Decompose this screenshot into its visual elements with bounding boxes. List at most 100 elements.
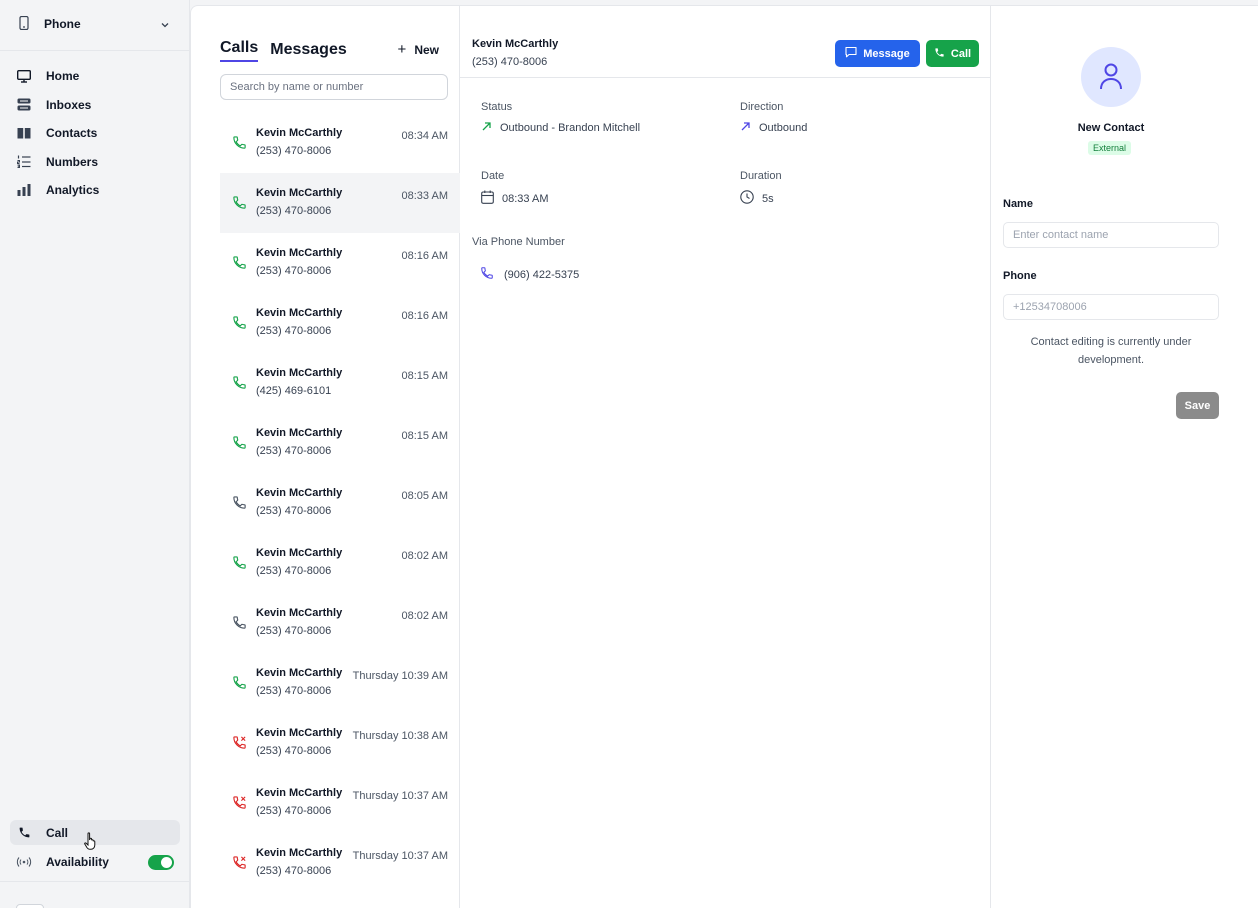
mouse-pointer-icon <box>84 832 98 853</box>
phone-outgoing-icon <box>232 315 248 331</box>
direction-label: Direction <box>740 101 784 113</box>
call-contact-number: (253) 470-8006 <box>256 805 332 817</box>
call-list-item[interactable]: Kevin McCarthly (253) 470-8006 08:34 AM <box>220 113 460 173</box>
call-time: Thursday 10:38 AM <box>352 730 448 742</box>
avatar <box>1081 47 1141 107</box>
call-time: Thursday 10:37 AM <box>352 790 448 802</box>
sidebar-item-label: Home <box>46 69 80 84</box>
main-panel: Calls Messages + New Kevin McCarthly (253… <box>190 5 1258 908</box>
availability-label: Availability <box>46 855 109 869</box>
phone-outgoing-icon <box>232 255 248 271</box>
name-field[interactable] <box>1003 222 1219 248</box>
call-button-label: Call <box>950 47 972 60</box>
call-contact-name: Kevin McCarthly <box>256 787 343 799</box>
call-time: Thursday 10:39 AM <box>352 670 448 682</box>
status-value: Outbound - Brandon Mitchell <box>500 122 641 134</box>
phone-outgoing-icon <box>232 195 248 211</box>
call-time: 08:05 AM <box>401 490 448 502</box>
phone-outgoing-icon <box>232 375 248 391</box>
status-label: Status <box>481 101 513 113</box>
call-contact-number: (253) 470-8006 <box>256 445 332 457</box>
contact-column: New Contact External Name Phone Contact … <box>991 6 1258 908</box>
search-input[interactable] <box>220 74 448 100</box>
phone-icon <box>232 615 248 631</box>
sidebar-item-home[interactable]: Home <box>10 62 180 91</box>
call-time: 08:16 AM <box>401 250 448 262</box>
call-contact-number: (253) 470-8006 <box>256 205 332 217</box>
status-value-row: Outbound - Brandon Mitchell <box>481 121 640 135</box>
call-button[interactable]: Call <box>926 40 979 67</box>
list-tabs: Calls Messages <box>220 39 347 62</box>
via-phone-label: Via Phone Number <box>472 236 565 248</box>
chat-bubble-icon <box>845 46 863 61</box>
call-list-item[interactable]: Kevin McCarthly (253) 470-8006 08:33 AM <box>220 173 460 233</box>
message-button[interactable]: Message <box>835 40 920 67</box>
call-contact-number: (253) 470-8006 <box>256 685 332 697</box>
call-contact-name: Kevin McCarthly <box>256 847 343 859</box>
phone-missed-icon <box>232 735 248 751</box>
duration-label: Duration <box>740 170 782 182</box>
call-detail-column: Kevin McCarthly (253) 470-8006 Message C… <box>460 6 991 908</box>
sidebar-item-inboxes[interactable]: Inboxes <box>10 91 180 120</box>
call-list-item[interactable]: Kevin McCarthly (253) 470-8006 08:02 AM <box>220 533 460 593</box>
call-contact-number: (253) 470-8006 <box>256 865 332 877</box>
call-contact-number: (253) 470-8006 <box>256 625 332 637</box>
call-list-item[interactable]: Kevin McCarthly (253) 470-8006 08:16 AM <box>220 293 460 353</box>
bar-chart-icon <box>16 182 32 198</box>
availability-toggle[interactable] <box>148 854 174 870</box>
call-list-item[interactable]: Kevin McCarthly (253) 470-8006 08:02 AM <box>220 593 460 653</box>
monitor-icon <box>16 68 32 84</box>
new-button[interactable]: + New <box>398 41 439 58</box>
workspace-switcher[interactable]: Phone <box>10 10 180 38</box>
save-button[interactable]: Save <box>1176 392 1219 419</box>
clock-icon <box>740 190 762 207</box>
phone-outgoing-icon <box>232 675 248 691</box>
call-time: 08:02 AM <box>401 610 448 622</box>
sidebar-item-contacts[interactable]: Contacts <box>10 119 180 148</box>
date-field: Date 08:33 AM <box>481 170 548 207</box>
call-contact-number: (253) 470-8006 <box>256 325 332 337</box>
call-list-column: Calls Messages + New Kevin McCarthly (253… <box>220 6 460 908</box>
phone-icon <box>934 47 951 61</box>
direction-value: Outbound <box>759 122 808 134</box>
numbered-list-icon <box>16 154 32 170</box>
tab-calls[interactable]: Calls <box>220 39 259 62</box>
call-list-item[interactable]: Kevin McCarthly (425) 469-6101 08:15 AM <box>220 353 460 413</box>
phone-missed-icon <box>232 795 248 811</box>
call-list-item[interactable]: Kevin McCarthly (253) 470-8006 Thursday 10… <box>220 833 460 893</box>
status-badge: External <box>1088 141 1132 155</box>
sidebar-item-label: Contacts <box>46 126 98 141</box>
phone-field[interactable] <box>1003 294 1219 320</box>
call-contact-number: (253) 470-8006 <box>256 505 332 517</box>
call-time: 08:15 AM <box>401 370 448 382</box>
sidebar-item-analytics[interactable]: Analytics <box>10 176 180 205</box>
call-list-item[interactable]: Kevin McCarthly (253) 470-8006 Thursday 10… <box>220 653 460 713</box>
call-time: 08:16 AM <box>401 310 448 322</box>
duration-value: 5s <box>762 192 774 205</box>
call-list-item[interactable]: Kevin McCarthly (253) 470-8006 08:05 AM <box>220 473 460 533</box>
call-list-item[interactable]: Kevin McCarthly (253) 470-8006 08:15 AM <box>220 413 460 473</box>
phone-outgoing-icon <box>232 435 248 451</box>
call-time: 08:15 AM <box>401 430 448 442</box>
call-contact-name: Kevin McCarthly <box>256 127 343 139</box>
call-contact-name: Kevin McCarthly <box>256 727 343 739</box>
call-time: Thursday 10:37 AM <box>352 850 448 862</box>
contact-note: Contact editing is currently under devel… <box>1030 336 1192 366</box>
tab-messages[interactable]: Messages <box>270 41 347 62</box>
sidebar-item-label: Numbers <box>46 154 99 169</box>
plus-icon: + <box>397 41 407 58</box>
call-contact-number: (253) 470-8006 <box>256 745 332 757</box>
call-list-item[interactable]: Kevin McCarthly (253) 470-8006 Thursday 10… <box>220 713 460 773</box>
call-contact-number: (253) 470-8006 <box>256 265 332 277</box>
detail-contact-name: Kevin McCarthly <box>472 38 559 50</box>
date-value: 08:33 AM <box>502 192 549 205</box>
call-contact-name: Kevin McCarthly <box>256 667 343 679</box>
call-list-item[interactable]: Kevin McCarthly (253) 470-8006 08:16 AM <box>220 233 460 293</box>
call-contact-number: (425) 469-6101 <box>256 385 332 397</box>
sidebar-divider <box>0 881 190 882</box>
sidebar-item-numbers[interactable]: Numbers <box>10 148 180 177</box>
phone-icon <box>16 826 32 839</box>
direction-value-row: Outbound <box>740 121 807 135</box>
user-menu-button[interactable] <box>16 904 44 908</box>
call-list-item[interactable]: Kevin McCarthly (253) 470-8006 Thursday 10… <box>220 773 460 833</box>
